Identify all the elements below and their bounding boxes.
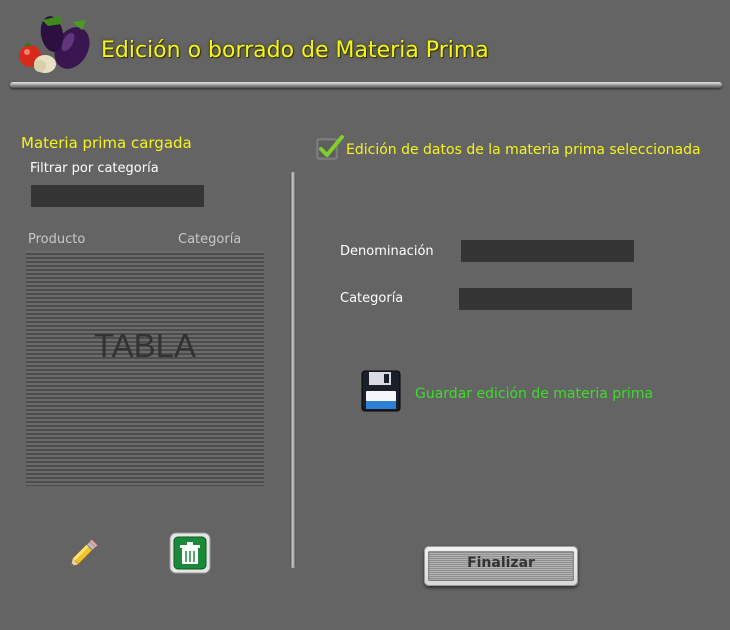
column-header-producto[interactable]: Producto — [28, 232, 85, 247]
delete-button[interactable] — [169, 532, 211, 574]
edit-mode-label[interactable]: Edición de datos de la materia prima sel… — [346, 142, 701, 158]
save-edit-link[interactable]: Guardar edición de materia prima — [415, 386, 653, 402]
denominacion-input[interactable] — [461, 240, 634, 262]
finish-button-label: Finalizar — [467, 555, 535, 571]
finish-button[interactable]: Finalizar — [424, 546, 578, 586]
categoria-input[interactable] — [459, 288, 632, 310]
section-title: Materia prima cargada — [21, 134, 192, 152]
edit-mode-checkbox[interactable] — [316, 134, 344, 162]
filter-label: Filtrar por categoría — [30, 161, 159, 176]
page-title: Edición o borrado de Materia Prima — [101, 38, 489, 63]
trash-icon — [169, 532, 211, 574]
panel-divider — [290, 172, 296, 568]
table-placeholder: TABLA — [93, 327, 197, 364]
pencil-icon[interactable] — [66, 536, 102, 570]
categoria-label: Categoría — [340, 291, 404, 306]
vegetables-logo-icon — [12, 12, 96, 76]
filter-category-input[interactable] — [31, 185, 204, 207]
floppy-disk-icon[interactable] — [360, 369, 402, 413]
materia-prima-table[interactable]: TABLA — [26, 251, 264, 486]
denominacion-label: Denominación — [340, 244, 434, 259]
column-header-categoria[interactable]: Categoría — [178, 232, 241, 247]
header-divider — [10, 82, 722, 88]
